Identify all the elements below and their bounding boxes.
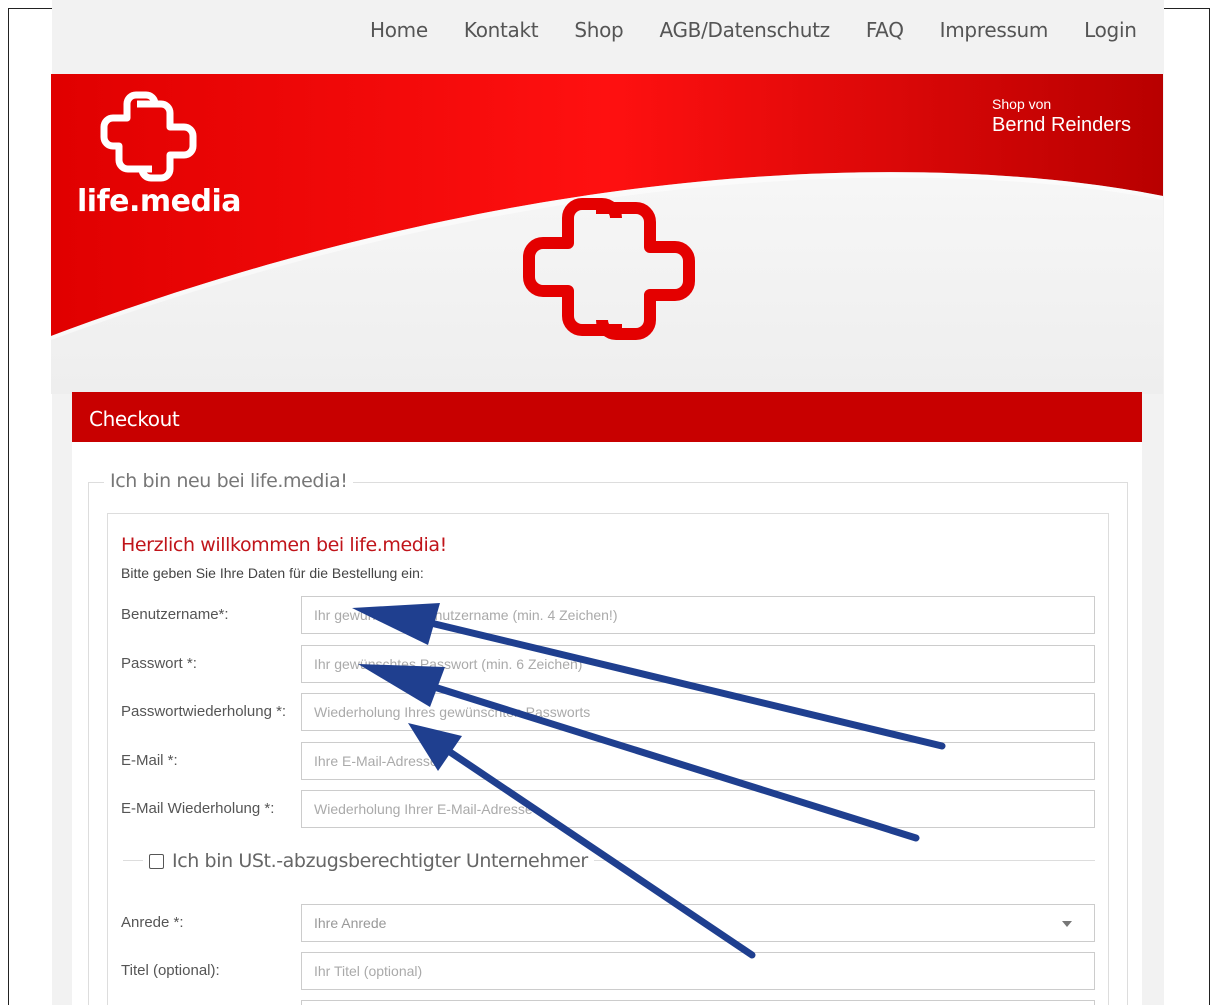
title-label: Titel (optional): xyxy=(121,962,220,979)
checkbox-icon[interactable] xyxy=(149,853,164,869)
checkout-panel: Checkout Ich bin neu bei life.media! Her… xyxy=(72,392,1142,1005)
salutation-row: Anrede *: Ihre Anrede xyxy=(108,904,1108,942)
password-repeat-row: Passwortwiederholung *: xyxy=(108,693,1108,731)
email-row: E-Mail *: xyxy=(108,742,1108,780)
top-navigation: Home Kontakt Shop AGB/Datenschutz FAQ Im… xyxy=(370,18,1173,42)
new-customer-legend: Ich bin neu bei life.media! xyxy=(104,470,354,492)
username-row: Benutzername*: xyxy=(108,596,1108,634)
shop-owner-name: Bernd Reinders xyxy=(992,114,1131,136)
title-row: Titel (optional): xyxy=(108,952,1108,990)
nav-kontakt[interactable]: Kontakt xyxy=(464,18,539,42)
nav-agb-datenschutz[interactable]: AGB/Datenschutz xyxy=(659,18,830,42)
username-label: Benutzername*: xyxy=(121,606,229,623)
email-repeat-input[interactable] xyxy=(301,790,1095,828)
email-input[interactable] xyxy=(301,742,1095,780)
username-input[interactable] xyxy=(301,596,1095,634)
password-repeat-input[interactable] xyxy=(301,693,1095,731)
next-row xyxy=(108,1000,1108,1005)
nav-home[interactable]: Home xyxy=(370,18,428,42)
shop-by-label: Shop von xyxy=(992,96,1052,112)
dropdown-caret-icon xyxy=(1062,921,1072,927)
shop-owner-block: Shop von Bernd Reinders xyxy=(992,96,1131,137)
new-customer-fieldset: Ich bin neu bei life.media! Herzlich wil… xyxy=(88,470,1128,1005)
brand-name: life.media xyxy=(77,184,241,219)
company-checkbox-label: Ich bin USt.-abzugsberechtigter Unterneh… xyxy=(172,850,588,872)
intro-text: Bitte geben Sie Ihre Daten für die Beste… xyxy=(121,565,424,581)
salutation-select[interactable]: Ihre Anrede xyxy=(301,904,1095,942)
nav-shop[interactable]: Shop xyxy=(574,18,623,42)
password-repeat-label: Passwortwiederholung *: xyxy=(121,703,287,720)
checkout-title: Checkout xyxy=(72,392,1142,442)
email-label: E-Mail *: xyxy=(121,752,178,769)
welcome-heading: Herzlich willkommen bei life.media! xyxy=(121,534,447,556)
salutation-label: Anrede *: xyxy=(121,914,184,931)
salutation-placeholder: Ihre Anrede xyxy=(314,915,387,931)
registration-box: Herzlich willkommen bei life.media! Bitt… xyxy=(107,513,1109,1005)
next-input[interactable] xyxy=(301,1000,1095,1005)
nav-faq[interactable]: FAQ xyxy=(866,18,904,42)
password-row: Passwort *: xyxy=(108,645,1108,683)
header-banner: life.media Shop von Bernd Reinders xyxy=(51,74,1163,394)
title-input[interactable] xyxy=(301,952,1095,990)
password-label: Passwort *: xyxy=(121,655,197,672)
password-input[interactable] xyxy=(301,645,1095,683)
nav-login[interactable]: Login xyxy=(1084,18,1137,42)
company-checkbox-row[interactable]: Ich bin USt.-abzugsberechtigter Unterneh… xyxy=(143,850,594,872)
email-repeat-row: E-Mail Wiederholung *: xyxy=(108,790,1108,828)
email-repeat-label: E-Mail Wiederholung *: xyxy=(121,800,275,817)
nav-impressum[interactable]: Impressum xyxy=(940,18,1049,42)
